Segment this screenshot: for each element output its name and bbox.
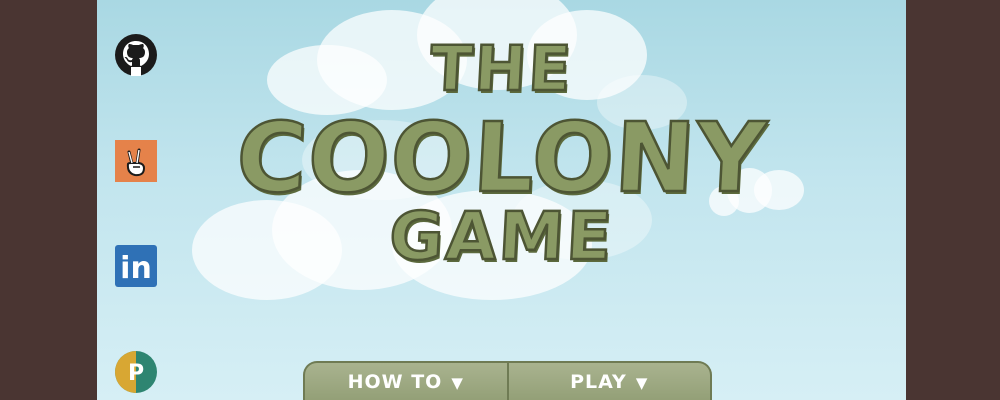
- svg-text:P: P: [128, 361, 144, 386]
- producthunt-link[interactable]: P: [115, 351, 157, 393]
- linkedin-icon: in: [115, 245, 157, 287]
- p-icon: P: [115, 351, 157, 393]
- angellist-link[interactable]: [115, 140, 157, 182]
- github-link[interactable]: [115, 34, 157, 76]
- svg-text:in: in: [120, 251, 152, 286]
- play-label: PLAY: [570, 371, 627, 393]
- how-to-label: HOW TO: [347, 371, 443, 393]
- peace-hand-icon: [115, 140, 157, 182]
- github-icon: [115, 34, 157, 76]
- chevron-down-icon: ▼: [635, 374, 649, 392]
- main-menu: HOW TO ▼ PLAY ▼: [303, 361, 712, 400]
- linkedin-link[interactable]: in: [115, 245, 157, 287]
- title-line-game: GAME: [386, 197, 617, 277]
- play-button[interactable]: PLAY ▼: [506, 363, 711, 400]
- title-line-the: THE: [427, 31, 576, 107]
- how-to-button[interactable]: HOW TO ▼: [305, 363, 507, 400]
- game-stage: THE COOLONY GAME in P HOW TO ▼ PLAY ▼: [97, 0, 906, 400]
- chevron-down-icon: ▼: [451, 374, 464, 392]
